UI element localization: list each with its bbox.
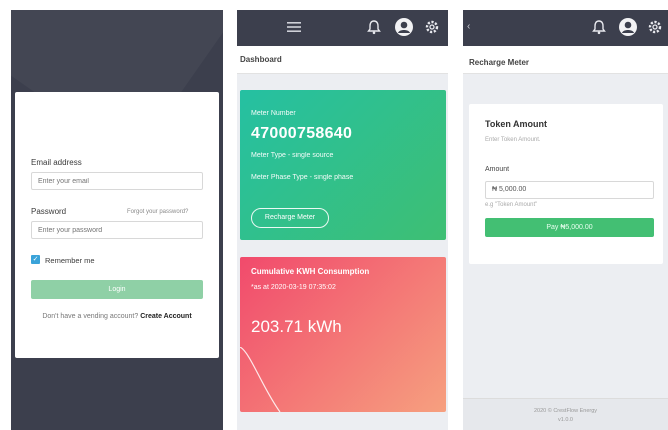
token-amount-card: Token Amount Enter Token Amount. Amount … xyxy=(469,104,663,264)
password-field[interactable] xyxy=(31,221,203,239)
consumption-value: 203.71 kWh xyxy=(251,317,342,336)
back-icon[interactable]: ‹ xyxy=(467,21,470,32)
gear-icon[interactable] xyxy=(646,18,664,36)
pay-button[interactable]: Pay ₦5,000.00 xyxy=(485,218,654,237)
page-title: Recharge Meter xyxy=(463,46,668,74)
meter-phase: Meter Phase Type - single phase xyxy=(251,174,354,181)
footer-copyright: 2020 © CrestFlow Energy xyxy=(533,408,598,414)
bell-icon[interactable] xyxy=(590,18,608,36)
top-bar: ‹ xyxy=(463,10,668,46)
login-card: Email address Password Forgot your passw… xyxy=(15,92,219,358)
remember-label: Remember me xyxy=(45,256,95,265)
user-icon[interactable] xyxy=(394,17,414,37)
dashboard-screen: Dashboard Meter Number 47000758640 Meter… xyxy=(237,10,448,430)
page-title: Dashboard xyxy=(237,46,448,74)
meter-type: Meter Type - single source xyxy=(251,152,334,159)
consumption-card: Cumulative KWH Consumption *as at 2020-0… xyxy=(240,257,446,412)
consumption-title: Cumulative KWH Consumption xyxy=(251,267,370,276)
gear-icon[interactable] xyxy=(423,18,441,36)
email-field[interactable] xyxy=(31,172,203,190)
email-label: Email address xyxy=(31,158,82,167)
amount-field[interactable]: ₦ 5,000.00 xyxy=(485,181,654,199)
signup-text: Don't have a vending account? xyxy=(42,313,139,320)
password-label: Password xyxy=(31,207,67,216)
meter-card: Meter Number 47000758640 Meter Type - si… xyxy=(240,90,446,240)
meter-number-heading: Meter Number xyxy=(251,110,296,117)
recharge-meter-button[interactable]: Recharge Meter xyxy=(251,208,329,228)
login-screen: Email address Password Forgot your passw… xyxy=(11,10,223,430)
token-amount-hint: Enter Token Amount. xyxy=(485,137,541,143)
recharge-screen: ‹ Recharge Meter Token Amount Enter Toke… xyxy=(463,10,668,430)
consumption-wave xyxy=(240,347,281,412)
amount-example: e.g "Token Amount" xyxy=(485,202,538,208)
token-amount-title: Token Amount xyxy=(485,119,547,129)
meter-number-value: 47000758640 xyxy=(251,125,353,142)
login-button[interactable]: Login xyxy=(31,280,203,299)
menu-icon[interactable] xyxy=(285,18,303,36)
signup-prompt: Don't have a vending account? Create Acc… xyxy=(25,310,209,324)
forgot-password-link[interactable]: Forgot your password? xyxy=(127,209,188,215)
amount-label: Amount xyxy=(485,166,510,173)
remember-checkbox[interactable]: ✓ xyxy=(31,255,40,264)
footer: 2020 © CrestFlow Energy v1.0.0 xyxy=(463,398,668,430)
create-account-link[interactable]: Create Account xyxy=(140,313,191,320)
footer-version: v1.0.0 xyxy=(558,417,573,423)
user-icon[interactable] xyxy=(618,17,638,37)
bell-icon[interactable] xyxy=(365,18,383,36)
top-bar xyxy=(237,10,448,46)
consumption-timestamp: *as at 2020-03-19 07:35:02 xyxy=(251,284,336,291)
